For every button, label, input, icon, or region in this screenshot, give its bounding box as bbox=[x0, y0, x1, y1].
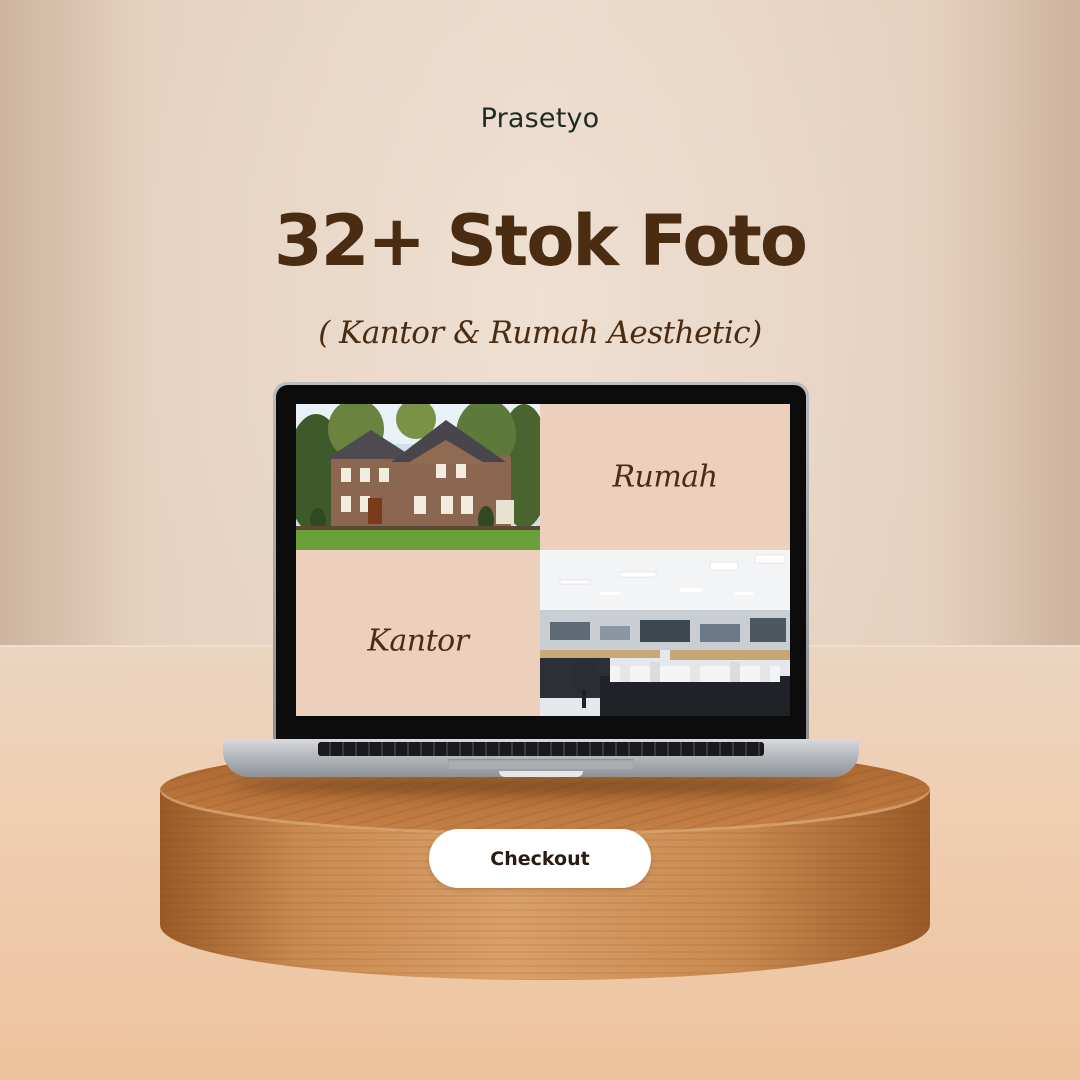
laptop-screen: Rumah Kantor bbox=[296, 404, 790, 716]
office-photo bbox=[540, 550, 790, 716]
kantor-tile: Kantor bbox=[296, 550, 540, 716]
kantor-label: Kantor bbox=[367, 623, 469, 659]
rumah-tile: Rumah bbox=[540, 404, 790, 550]
laptop-lid-notch bbox=[499, 771, 583, 777]
laptop-trackpad bbox=[448, 759, 634, 769]
rumah-label: Rumah bbox=[612, 459, 718, 495]
office-photo-tile bbox=[540, 550, 790, 716]
brand-name: Prasetyo bbox=[480, 103, 600, 134]
subtitle: ( Kantor & Rumah Aesthetic) bbox=[318, 315, 762, 351]
laptop-mockup: Rumah Kantor bbox=[223, 382, 859, 795]
laptop-lid: Rumah Kantor bbox=[273, 382, 809, 742]
laptop-base bbox=[223, 739, 859, 777]
house-photo-tile bbox=[296, 404, 540, 550]
laptop-shadow bbox=[233, 777, 849, 795]
house-photo bbox=[296, 404, 540, 550]
headline: 32+ Stok Foto bbox=[274, 200, 808, 282]
scene: Prasetyo 32+ Stok Foto ( Kantor & Rumah … bbox=[0, 0, 1080, 1080]
checkout-button[interactable]: Checkout bbox=[429, 829, 651, 888]
laptop-keyboard bbox=[318, 742, 764, 756]
